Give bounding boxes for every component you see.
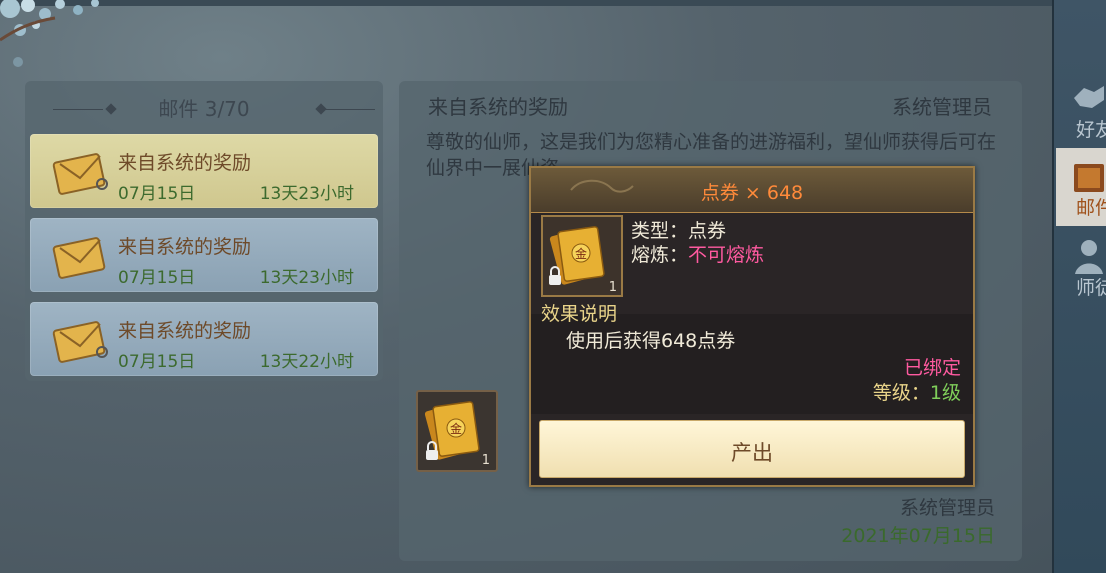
mail-count-header: 邮件 3/70	[158, 97, 250, 121]
tooltip-item-count: 1	[608, 280, 617, 295]
game-screen: 邮件 3/70 来自系统的奖励 07月15日 13天23小时 来自系统的奖励 0…	[0, 0, 1106, 573]
mail-remaining-time: 13天23小时	[259, 268, 354, 288]
bound-status: 已绑定	[903, 357, 961, 379]
source-button-label: 产出	[731, 441, 773, 465]
mail-list-panel: 邮件 3/70 来自系统的奖励 07月15日 13天23小时 来自系统的奖励 0…	[25, 81, 383, 381]
smelt-label: 熔炼：	[631, 244, 689, 266]
side-tab-bar: 好友 邮件 师徒	[1052, 0, 1106, 573]
type-value: 点券	[688, 220, 727, 242]
mail-date: 07月15日	[118, 352, 196, 372]
mail-title: 来自系统的奖励	[118, 320, 252, 342]
tooltip-smelt-row: 熔炼：不可熔炼	[631, 240, 764, 267]
handshake-icon	[1074, 86, 1104, 108]
level-value: 1级	[929, 382, 961, 404]
mail-list-item[interactable]: 来自系统的奖励 07月15日 13天22小时	[30, 302, 378, 376]
svg-text:金: 金	[575, 246, 587, 261]
tab-mail-label: 邮件	[1076, 197, 1106, 219]
mail-remaining-time: 13天22小时	[259, 352, 354, 372]
mail-date: 07月15日	[118, 268, 196, 288]
attachment-slot[interactable]: 金 1	[416, 390, 498, 472]
smelt-value: 不可熔炼	[688, 244, 765, 266]
tooltip-title: 点券 × 648	[700, 182, 804, 204]
tooltip-header: 点券 × 648	[531, 168, 973, 213]
mail-remaining-time: 13天23小时	[259, 184, 354, 204]
top-strip	[0, 0, 1052, 6]
mail-list-item[interactable]: 来自系统的奖励 07月15日 13天23小时	[30, 134, 378, 208]
source-button[interactable]: 产出	[539, 420, 965, 478]
mail-envelope-icon	[52, 153, 108, 195]
mail-list-item[interactable]: 来自系统的奖励 07月15日 13天23小时	[30, 218, 378, 292]
blossom-decoration	[0, 0, 99, 67]
master-apprentice-icon	[1075, 240, 1103, 274]
mail-detail-title: 来自系统的奖励	[428, 95, 568, 119]
mail-book-icon	[1074, 164, 1104, 192]
svg-text:金: 金	[450, 421, 462, 436]
mail-envelope-icon	[52, 237, 106, 279]
mail-footer-date: 2021年07月15日	[841, 525, 995, 547]
tab-friends-label: 好友	[1076, 119, 1106, 141]
level-label: 等级：	[872, 382, 930, 404]
tab-master-label: 师徒	[1076, 277, 1106, 299]
tab-mail[interactable]: 邮件	[1056, 148, 1106, 226]
tooltip-type-row: 类型：点券	[631, 216, 726, 243]
mail-date: 07月15日	[118, 184, 196, 204]
effect-description: 使用后获得648点券	[566, 330, 736, 352]
tab-friends[interactable]: 好友	[1056, 70, 1106, 148]
mail-detail-sender: 系统管理员	[892, 95, 992, 119]
tooltip-item-icon: 金 1	[541, 215, 623, 297]
mail-envelope-icon	[52, 321, 108, 363]
header-divider-right	[325, 109, 375, 110]
level-row: 等级：1级	[873, 378, 961, 405]
effect-heading: 效果说明	[541, 303, 618, 325]
tab-master[interactable]: 师徒	[1056, 228, 1106, 306]
mail-title: 来自系统的奖励	[118, 152, 252, 174]
type-label: 类型：	[631, 220, 689, 242]
mail-title: 来自系统的奖励	[118, 236, 252, 258]
item-tooltip: 点券 × 648 金 1 类型：点券 熔炼：不可熔炼 效果说明 使用后获得648…	[529, 166, 975, 487]
attachment-count: 1	[481, 453, 490, 468]
mail-footer-sender: 系统管理员	[899, 497, 995, 519]
